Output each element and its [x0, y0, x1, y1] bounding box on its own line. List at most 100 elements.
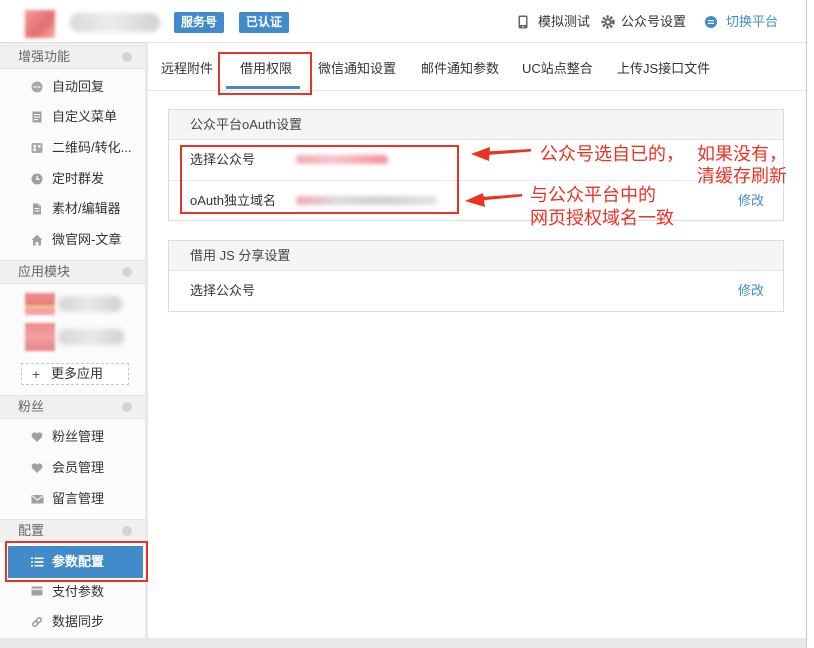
- sidebar-item-member-management[interactable]: 会员管理: [0, 453, 145, 483]
- domain-value-blurred: [296, 196, 438, 205]
- annotation-note1-line2: 清缓存刷新: [697, 166, 787, 186]
- home-icon: [31, 234, 43, 246]
- simulate-test-button[interactable]: 模拟测试: [518, 11, 590, 33]
- more-apps-label: 更多应用: [51, 366, 104, 381]
- menu-document-icon: [31, 111, 43, 123]
- sidebar: 增强功能 自动回复 自定义菜单 二维码/转化... 定时群发 素材/编辑器 微官…: [0, 44, 145, 638]
- heart-icon: [31, 431, 43, 443]
- switch-platform-button[interactable]: 切换平台: [705, 11, 779, 33]
- settings-tabs: 远程附件 借用权限 微信通知设置 邮件通知参数 UC站点整合 上传JS接口文件: [148, 43, 806, 91]
- account-avatar[interactable]: [25, 10, 55, 38]
- annotation-note1-start: 公众号选自已的，: [540, 144, 684, 164]
- sidebar-item-fans-management[interactable]: 粉丝管理: [0, 422, 145, 452]
- sidebar-item-payment-params[interactable]: 支付参数: [0, 577, 145, 606]
- tab-remote-attachment[interactable]: 远程附件: [161, 57, 213, 81]
- oauth-settings-panel: 公众平台oAuth设置 选择公众号 oAuth独立域名 修改: [168, 109, 784, 221]
- js-share-settings-panel: 借用 JS 分享设置 选择公众号 修改: [168, 240, 784, 312]
- sidebar-item-label: 微官网-文章: [52, 232, 122, 247]
- sidebar-item-qrcode[interactable]: 二维码/转化...: [0, 133, 145, 163]
- qrcode-icon: [31, 142, 43, 154]
- oauth-account-row: 选择公众号: [169, 140, 783, 180]
- sidebar-item-auto-reply[interactable]: 自动回复: [0, 72, 145, 102]
- sidebar-item-label: 二维码/转化...: [52, 140, 132, 155]
- app-icon: [25, 293, 55, 315]
- sidebar-item-label: 自动回复: [52, 79, 105, 94]
- gear-icon: [601, 15, 615, 29]
- sidebar-item-scheduled-broadcast[interactable]: 定时群发: [0, 164, 145, 194]
- sidebar-item-microsite[interactable]: 微官网-文章: [0, 225, 145, 255]
- list-icon: [31, 556, 44, 568]
- sidebar-section-fans[interactable]: 粉丝: [0, 395, 145, 419]
- sidebar-item-label: 定时群发: [52, 171, 105, 186]
- sidebar-app-item[interactable]: [0, 290, 145, 318]
- js-share-account-row: 选择公众号 修改: [169, 271, 783, 311]
- sidebar-item-message-management[interactable]: 留言管理: [0, 484, 145, 514]
- envelope-icon: [31, 493, 44, 505]
- document-icon: [31, 203, 43, 215]
- sidebar-item-label: 支付参数: [52, 584, 105, 599]
- sidebar-item-label: 素材/编辑器: [52, 201, 121, 216]
- sidebar-section-enhanced[interactable]: 增强功能: [0, 45, 145, 69]
- top-header: 服务号 已认证 模拟测试 公众号设置 切换平台: [0, 0, 806, 43]
- clock-icon: [31, 173, 43, 185]
- sidebar-item-label: 自定义菜单: [52, 109, 118, 124]
- active-tab-indicator: [226, 86, 300, 89]
- tab-email-notification[interactable]: 邮件通知参数: [421, 57, 499, 81]
- tab-wechat-notification[interactable]: 微信通知设置: [318, 57, 396, 81]
- edit-js-share-account-link[interactable]: 修改: [738, 271, 764, 311]
- sidebar-item-label: 会员管理: [52, 460, 105, 475]
- switch-icon: [705, 16, 717, 28]
- panel-title: 借用 JS 分享设置: [169, 241, 783, 271]
- right-edge-panel: [806, 0, 814, 648]
- account-name-blurred: [70, 13, 160, 32]
- tab-uc-integration[interactable]: UC站点整合: [522, 57, 593, 81]
- collapse-dot-icon: [122, 267, 132, 277]
- sidebar-item-label: 留言管理: [52, 491, 105, 506]
- heart-icon: [31, 462, 43, 474]
- collapse-dot-icon: [122, 52, 132, 62]
- annotation-note1-end: 如果没有，: [697, 144, 787, 164]
- sidebar-item-label: 参数配置: [52, 554, 105, 569]
- sidebar-section-config[interactable]: 配置: [0, 519, 145, 543]
- account-settings-button[interactable]: 公众号设置: [601, 11, 687, 33]
- sidebar-item-parameter-config[interactable]: 参数配置: [8, 546, 143, 578]
- plus-icon: +: [32, 366, 41, 382]
- account-value-blurred: [296, 155, 388, 164]
- simulate-test-label: 模拟测试: [538, 14, 591, 29]
- sidebar-section-title: 增强功能: [18, 49, 71, 64]
- switch-platform-label: 切换平台: [726, 14, 779, 29]
- oauth-domain-row: oAuth独立域名 修改: [169, 180, 783, 220]
- card-icon: [31, 585, 43, 597]
- account-type-badge: 服务号: [174, 12, 225, 33]
- sidebar-section-title: 粉丝: [18, 399, 45, 414]
- link-icon: [31, 616, 43, 628]
- sidebar-section-app-modules[interactable]: 应用模块: [0, 260, 145, 284]
- collapse-dot-icon: [122, 526, 132, 536]
- sidebar-item-custom-menu[interactable]: 自定义菜单: [0, 102, 145, 132]
- phone-icon: [518, 15, 528, 29]
- sidebar-app-item[interactable]: [0, 322, 145, 352]
- edit-oauth-domain-link[interactable]: 修改: [738, 181, 764, 221]
- row-label: 选择公众号: [190, 283, 256, 298]
- app-name-blurred: [58, 329, 124, 345]
- sidebar-item-label: 数据同步: [52, 614, 105, 629]
- sidebar-item-label: 粉丝管理: [52, 429, 105, 444]
- collapse-dot-icon: [122, 402, 132, 412]
- app-name-blurred: [58, 296, 122, 312]
- row-label: oAuth独立域名: [190, 193, 276, 208]
- sidebar-item-materials[interactable]: 素材/编辑器: [0, 194, 145, 224]
- annotation-note2-line1: 与公众平台中的: [530, 185, 656, 205]
- sidebar-item-data-sync[interactable]: 数据同步: [0, 607, 145, 637]
- tab-borrow-permission[interactable]: 借用权限: [240, 57, 292, 81]
- more-apps-button[interactable]: + 更多应用: [21, 363, 129, 385]
- app-icon: [25, 323, 55, 351]
- panel-title: 公众平台oAuth设置: [169, 110, 783, 140]
- main-content: 远程附件 借用权限 微信通知设置 邮件通知参数 UC站点整合 上传JS接口文件 …: [148, 43, 806, 638]
- sidebar-section-title: 配置: [18, 523, 45, 538]
- annotation-note2-line2: 网页授权域名一致: [530, 208, 674, 228]
- chat-bubble-icon: [31, 81, 43, 93]
- sidebar-section-title: 应用模块: [18, 264, 71, 279]
- account-settings-label: 公众号设置: [621, 14, 687, 29]
- tab-upload-js-file[interactable]: 上传JS接口文件: [617, 57, 710, 81]
- verified-badge: 已认证: [239, 12, 290, 33]
